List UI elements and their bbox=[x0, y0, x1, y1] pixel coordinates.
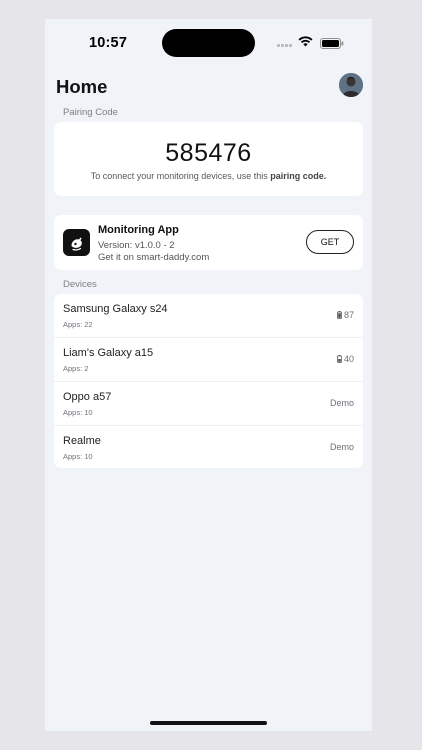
monitoring-app-icon bbox=[63, 229, 90, 256]
device-row-liams-galaxy-a15[interactable]: Liam's Galaxy a15 Apps: 2 40 bbox=[54, 338, 363, 382]
devices-list: Samsung Galaxy s24 Apps: 22 87 Liam's Ga… bbox=[54, 294, 363, 468]
pairing-code: 585476 bbox=[165, 139, 252, 167]
pairing-description-bold: pairing code. bbox=[270, 171, 327, 181]
demo-badge: Demo bbox=[329, 442, 354, 452]
pairing-description-text: To connect your monitoring devices, use … bbox=[90, 171, 271, 181]
device-app-count: Apps: 10 bbox=[63, 408, 93, 417]
status-bar: 10:57 bbox=[45, 19, 372, 69]
device-app-count: Apps: 22 bbox=[63, 320, 93, 329]
device-app-count: Apps: 2 bbox=[63, 364, 89, 373]
device-row-samsung-galaxy-s24[interactable]: Samsung Galaxy s24 Apps: 22 87 bbox=[54, 294, 363, 338]
battery-icon bbox=[320, 38, 344, 49]
cellular-signal-icon bbox=[277, 41, 293, 47]
device-status: Demo bbox=[330, 442, 354, 452]
battery-icon bbox=[337, 355, 342, 363]
wifi-icon bbox=[298, 36, 313, 47]
pairing-code-label: Pairing Code bbox=[63, 107, 118, 118]
device-status: 87 bbox=[337, 310, 354, 320]
home-indicator[interactable] bbox=[150, 721, 267, 725]
avatar-image bbox=[339, 73, 363, 97]
device-row-realme[interactable]: Realme Apps: 10 Demo bbox=[54, 426, 363, 468]
page-title: Home bbox=[56, 76, 108, 97]
battery-icon bbox=[337, 311, 342, 319]
pairing-description: To connect your monitoring devices, use … bbox=[54, 171, 363, 181]
dynamic-island bbox=[162, 29, 255, 57]
device-name: Realme bbox=[63, 435, 101, 447]
phone-screen: 10:57 Home Pairing Code 585476 To connec… bbox=[45, 19, 372, 731]
demo-badge: Demo bbox=[329, 398, 354, 408]
battery-level: 40 bbox=[343, 354, 354, 364]
battery-level: 87 bbox=[343, 310, 354, 320]
device-app-count: Apps: 10 bbox=[63, 452, 93, 461]
device-row-oppo-a57[interactable]: Oppo a57 Apps: 10 Demo bbox=[54, 382, 363, 426]
device-name: Liam's Galaxy a15 bbox=[63, 347, 154, 359]
app-name: Monitoring App bbox=[98, 224, 179, 236]
pairing-code-card: 585476 To connect your monitoring device… bbox=[54, 122, 363, 196]
device-status: Demo bbox=[330, 398, 354, 408]
device-name: Oppo a57 bbox=[63, 391, 112, 403]
avatar[interactable] bbox=[339, 73, 363, 97]
get-app-button[interactable]: GET bbox=[306, 230, 354, 254]
device-status: 40 bbox=[337, 354, 354, 364]
app-version: Version: v1.0.0 - 2 bbox=[98, 240, 175, 251]
devices-label: Devices bbox=[63, 279, 97, 290]
device-name: Samsung Galaxy s24 bbox=[63, 303, 168, 315]
app-download-site: Get it on smart-daddy.com bbox=[98, 252, 210, 263]
monitoring-app-card: Monitoring App Version: v1.0.0 - 2 Get i… bbox=[54, 215, 363, 270]
status-time: 10:57 bbox=[89, 35, 128, 51]
